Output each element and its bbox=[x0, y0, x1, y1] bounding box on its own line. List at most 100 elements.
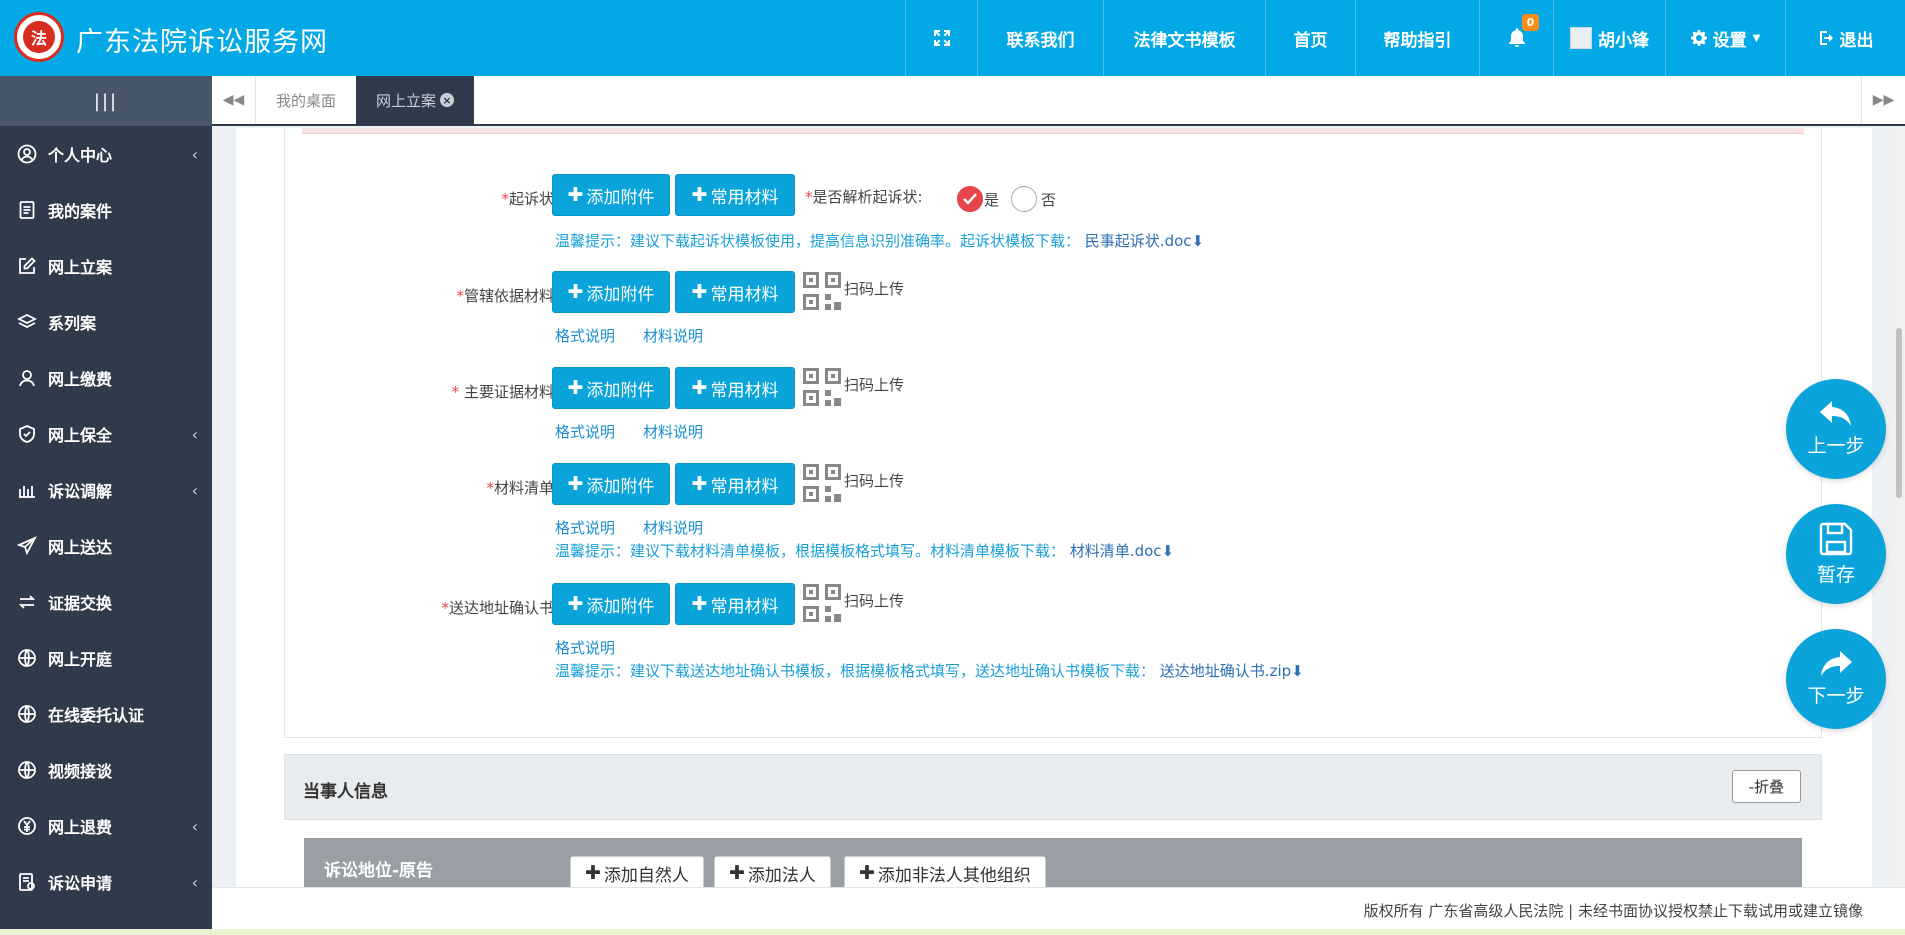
sidebar-item-online-refund[interactable]: 网上退费 ‹ bbox=[0, 798, 212, 854]
complaint-common-material-button[interactable]: ✚ 常用材料 bbox=[675, 174, 795, 216]
evidence-format-link[interactable]: 格式说明 bbox=[555, 421, 615, 442]
plaintiff-role-title: 诉讼地位-原告 bbox=[324, 861, 434, 881]
jurisdiction-label: *管辖依据材料: bbox=[456, 287, 559, 305]
complaint-label: *起诉状: bbox=[501, 190, 559, 208]
material-list-template-download-link[interactable]: 材料清单.doc bbox=[1070, 542, 1162, 560]
plus-icon: ✚ bbox=[567, 184, 584, 206]
download-icon: ⬇ bbox=[1291, 662, 1304, 680]
tab-scroll-right-button[interactable]: ▶▶ bbox=[1861, 76, 1905, 124]
sidebar-item-mediation[interactable]: 诉讼调解 ‹ bbox=[0, 462, 212, 518]
shield-icon bbox=[16, 423, 38, 445]
top-nav: 联系我们 法律文书模板 首页 帮助指引 0 胡小锋 设置 ▼ 退出 bbox=[905, 0, 1905, 76]
app-title: 广东法院诉讼服务网 bbox=[76, 27, 328, 58]
save-draft-button[interactable]: 暂存 bbox=[1786, 504, 1886, 604]
sidebar-toggle-button[interactable]: ||| bbox=[0, 76, 212, 126]
nav-help[interactable]: 帮助指引 bbox=[1355, 0, 1479, 76]
nav-templates[interactable]: 法律文书模板 bbox=[1103, 0, 1265, 76]
jurisdiction-scan-upload[interactable]: 扫码上传 bbox=[844, 278, 904, 299]
plus-icon: ✚ bbox=[691, 281, 708, 303]
jurisdiction-add-attachment-button[interactable]: ✚ 添加附件 bbox=[552, 271, 670, 313]
sidebar-item-online-authentication[interactable]: 在线委托认证 bbox=[0, 686, 212, 742]
material-list-add-attachment-button[interactable]: ✚ 添加附件 bbox=[552, 463, 670, 505]
fold-button[interactable]: -折叠 bbox=[1731, 770, 1801, 803]
user-menu[interactable]: 胡小锋 bbox=[1553, 0, 1665, 76]
caret-down-icon: ▼ bbox=[1752, 32, 1761, 44]
material-list-scan-upload[interactable]: 扫码上传 bbox=[844, 470, 904, 491]
fullscreen-button[interactable] bbox=[905, 0, 977, 76]
chevron-left-icon: ‹ bbox=[191, 144, 198, 164]
parse-yes-radio[interactable] bbox=[957, 186, 983, 212]
material-list-material-link[interactable]: 材料说明 bbox=[643, 517, 703, 538]
bottom-strip bbox=[0, 929, 1905, 935]
evidence-scan-upload[interactable]: 扫码上传 bbox=[844, 374, 904, 395]
tab-my-desktop[interactable]: 我的桌面 bbox=[256, 76, 356, 124]
globe-icon bbox=[16, 647, 38, 669]
nav-home[interactable]: 首页 bbox=[1265, 0, 1355, 76]
sidebar-item-online-filing[interactable]: 网上立案 bbox=[0, 238, 212, 294]
gear-icon bbox=[1690, 30, 1707, 46]
complaint-add-attachment-button[interactable]: ✚ 添加附件 bbox=[552, 174, 670, 216]
logout-icon bbox=[1819, 31, 1833, 45]
settings-dropdown[interactable]: 设置 ▼ bbox=[1665, 0, 1785, 76]
jurisdiction-material-link[interactable]: 材料说明 bbox=[643, 325, 703, 346]
material-list-common-material-button[interactable]: ✚ 常用材料 bbox=[675, 463, 795, 505]
parse-complaint-label: *是否解析起诉状: bbox=[805, 188, 923, 206]
check-icon bbox=[963, 193, 977, 205]
add-natural-person-button[interactable]: ✚ 添加自然人 bbox=[570, 856, 704, 887]
address-confirm-scan-upload[interactable]: 扫码上传 bbox=[844, 590, 904, 611]
qr-code-icon[interactable] bbox=[803, 584, 841, 622]
tab-scroll-left-button[interactable]: ◀◀ bbox=[212, 76, 256, 124]
jurisdiction-format-link[interactable]: 格式说明 bbox=[555, 325, 615, 346]
sidebar-item-evidence-exchange[interactable]: 证据交换 bbox=[0, 574, 212, 630]
notification-button[interactable]: 0 bbox=[1479, 0, 1553, 76]
yen-icon bbox=[16, 815, 38, 837]
close-tab-icon[interactable]: × bbox=[440, 93, 455, 107]
qr-code-icon[interactable] bbox=[803, 272, 841, 310]
top-header: 法 广东法院诉讼服务网 联系我们 法律文书模板 首页 帮助指引 0 胡小锋 设置… bbox=[0, 0, 1905, 76]
jurisdiction-common-material-button[interactable]: ✚ 常用材料 bbox=[675, 271, 795, 313]
address-confirm-common-material-button[interactable]: ✚ 常用材料 bbox=[675, 583, 795, 625]
sidebar-item-my-cases[interactable]: 我的案件 bbox=[0, 182, 212, 238]
sidebar-item-online-hearing[interactable]: 网上开庭 bbox=[0, 630, 212, 686]
complaint-tip: 温馨提示：建议下载起诉状模板使用，提高信息识别准确率。起诉状模板下载： 民事起诉… bbox=[555, 232, 1205, 250]
qr-code-icon[interactable] bbox=[803, 464, 841, 502]
evidence-material-link[interactable]: 材料说明 bbox=[643, 421, 703, 442]
page-scrollbar[interactable] bbox=[1893, 128, 1905, 887]
court-logo-icon: 法 bbox=[14, 12, 64, 62]
copyright-text: 版权所有 广东省高级人民法院 | 未经书面协议授权禁止下载试用或建立镜像 bbox=[1363, 902, 1863, 920]
complaint-template-download-link[interactable]: 民事起诉状.doc bbox=[1085, 232, 1192, 250]
plus-icon: ✚ bbox=[729, 862, 745, 884]
sidebar-item-litigation-application[interactable]: 诉讼申请 ‹ bbox=[0, 854, 212, 910]
payment-user-icon bbox=[16, 367, 38, 389]
logout-button[interactable]: 退出 bbox=[1785, 0, 1905, 76]
sidebar-item-personal-center[interactable]: 个人中心 ‹ bbox=[0, 126, 212, 182]
tab-online-filing[interactable]: 网上立案 × bbox=[356, 76, 475, 124]
next-step-button[interactable]: 下一步 bbox=[1786, 629, 1886, 729]
document-icon bbox=[16, 199, 38, 221]
plus-icon: ✚ bbox=[585, 862, 601, 884]
material-list-format-link[interactable]: 格式说明 bbox=[555, 517, 615, 538]
plus-icon: ✚ bbox=[567, 593, 584, 615]
qr-code-icon[interactable] bbox=[803, 368, 841, 406]
scrollbar-thumb[interactable] bbox=[1896, 328, 1902, 498]
sidebar: ||| 个人中心 ‹ 我的案件 网上立案 系列案 网上缴费 网上保全 ‹ 诉讼调… bbox=[0, 76, 212, 935]
sidebar-item-video-meeting[interactable]: 视频接谈 bbox=[0, 742, 212, 798]
sidebar-item-online-service[interactable]: 网上送达 bbox=[0, 518, 212, 574]
nav-contact[interactable]: 联系我们 bbox=[977, 0, 1103, 76]
sidebar-item-online-preservation[interactable]: 网上保全 ‹ bbox=[0, 406, 212, 462]
address-confirm-add-attachment-button[interactable]: ✚ 添加附件 bbox=[552, 583, 670, 625]
address-confirm-format-link[interactable]: 格式说明 bbox=[555, 637, 615, 658]
previous-step-button[interactable]: 上一步 bbox=[1786, 379, 1886, 479]
add-other-organization-button[interactable]: ✚ 添加非法人其他组织 bbox=[844, 856, 1046, 887]
parse-no-radio[interactable] bbox=[1011, 186, 1037, 212]
forward-arrow-icon bbox=[1821, 650, 1852, 676]
footer: 版权所有 广东省高级人民法院 | 未经书面协议授权禁止下载试用或建立镜像 bbox=[212, 887, 1905, 929]
sidebar-item-online-payment[interactable]: 网上缴费 bbox=[0, 350, 212, 406]
sidebar-item-series-cases[interactable]: 系列案 bbox=[0, 294, 212, 350]
add-legal-person-button[interactable]: ✚ 添加法人 bbox=[714, 856, 831, 887]
address-confirm-template-download-link[interactable]: 送达地址确认书.zip bbox=[1160, 662, 1291, 680]
evidence-common-material-button[interactable]: ✚ 常用材料 bbox=[675, 367, 795, 409]
evidence-add-attachment-button[interactable]: ✚ 添加附件 bbox=[552, 367, 670, 409]
floppy-disk-icon bbox=[1819, 522, 1853, 555]
party-info-title: 当事人信息 bbox=[303, 782, 388, 802]
